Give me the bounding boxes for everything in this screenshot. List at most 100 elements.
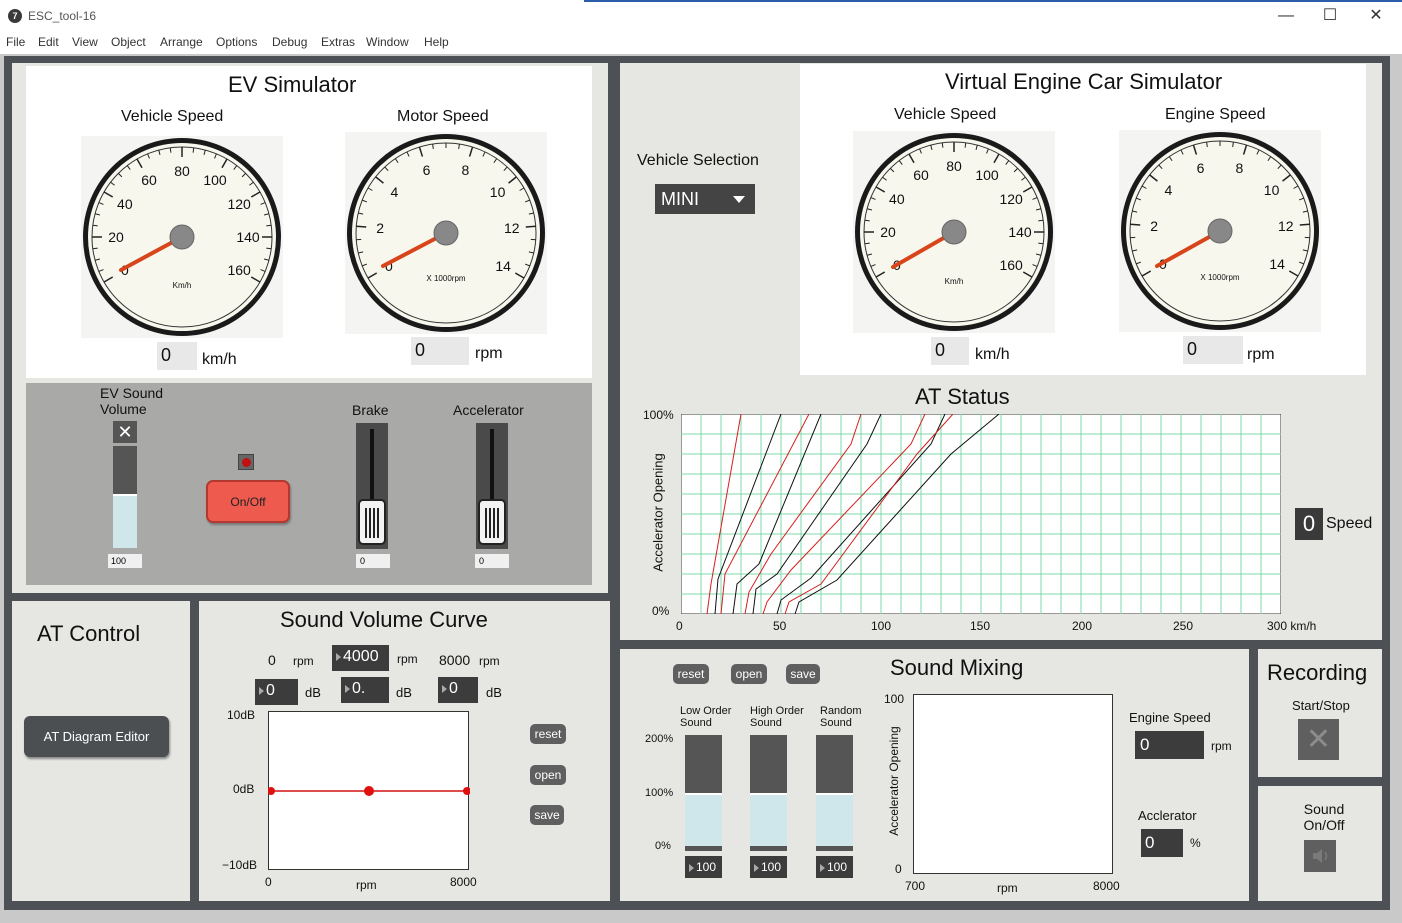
gauge-tick-label: 100 xyxy=(203,172,227,188)
gauge-tick-label: 6 xyxy=(1197,160,1205,176)
curve-x-mid: rpm xyxy=(356,878,377,892)
gauge-tick xyxy=(525,225,536,228)
random-label: Random Sound xyxy=(820,705,862,729)
title-bar: 7 ESC_tool-16 — ☐ ✕ xyxy=(0,0,1402,32)
gauge-tick-label: 160 xyxy=(227,262,251,278)
mixing-open-button[interactable]: open xyxy=(731,664,767,684)
close-button[interactable]: ✕ xyxy=(1356,4,1396,28)
mute-icon[interactable]: ✕ xyxy=(113,421,137,443)
menu-arrange[interactable]: Arrange xyxy=(160,35,203,49)
gauge-tick xyxy=(1038,242,1044,245)
ev-volume-fill xyxy=(113,494,137,548)
gauge-tick-label: 120 xyxy=(999,191,1023,207)
onoff-button[interactable]: On/Off xyxy=(206,480,290,523)
vehicle-select-dropdown[interactable]: MINI xyxy=(655,184,755,214)
vehicle-selection-label: Vehicle Selection xyxy=(637,152,759,169)
brake-value: 0 xyxy=(356,554,390,568)
mix-engine-speed-unit: rpm xyxy=(1211,739,1232,753)
at-x-tick-0: 0 xyxy=(676,619,683,633)
mix-chart-x-right: 8000 xyxy=(1093,879,1120,893)
gauge-tick-label: 10 xyxy=(490,184,506,200)
accelerator-label: Accelerator xyxy=(453,402,524,418)
gauge-tick xyxy=(266,224,272,227)
mix-accel-value: 0 xyxy=(1141,829,1183,857)
power-indicator-icon xyxy=(238,454,254,470)
gauge-tick xyxy=(356,225,367,228)
gauge-tick-label: 4 xyxy=(1165,182,1173,198)
high-order-slider[interactable] xyxy=(750,735,787,851)
at-status-title: AT Status xyxy=(915,384,1010,409)
gauge-tick-label: 140 xyxy=(236,229,260,245)
brake-handle[interactable] xyxy=(358,499,386,545)
accelerator-handle[interactable] xyxy=(478,499,506,545)
gauge-tick-label: 60 xyxy=(141,172,157,188)
curve-reset-button[interactable]: reset xyxy=(530,724,566,744)
db-low-input[interactable]: 0 xyxy=(255,679,298,705)
minimize-button[interactable]: — xyxy=(1266,4,1306,28)
ev-volume-slider[interactable] xyxy=(113,446,137,548)
menu-options[interactable]: Options xyxy=(216,35,257,49)
ev-motor-unit: rpm xyxy=(475,345,503,362)
ev-motor-speed-label: Motor Speed xyxy=(397,108,489,125)
ev-speed-gauge: 020406080100120140160 Km/h xyxy=(81,136,283,338)
brake-slider[interactable] xyxy=(356,423,388,549)
db-high-input[interactable]: 0 xyxy=(438,677,478,703)
curve-open-button[interactable]: open xyxy=(530,765,566,785)
menu-view[interactable]: View xyxy=(72,35,98,49)
menu-help[interactable]: Help xyxy=(424,35,449,49)
mix-accel-label: Acclerator xyxy=(1138,808,1197,823)
db-high-unit: dB xyxy=(486,685,502,700)
speaker-icon[interactable] xyxy=(1304,840,1336,872)
mix-chart-y-bottom: 0 xyxy=(895,862,902,876)
ev-motor-value: 0 xyxy=(411,337,469,365)
gauge-tick-label: 14 xyxy=(495,258,511,274)
at-x-tick-150: 150 xyxy=(970,619,991,633)
gear-speed-label: Speed xyxy=(1326,515,1373,532)
rpm-mid-input[interactable]: 4000 xyxy=(332,645,389,671)
triangle-icon xyxy=(754,863,759,872)
gauge-tick xyxy=(266,247,272,250)
random-slider[interactable] xyxy=(816,735,853,851)
sound-curve-chart[interactable] xyxy=(268,711,470,871)
curve-save-button[interactable]: save xyxy=(530,805,564,825)
menu-object[interactable]: Object xyxy=(111,35,146,49)
mixing-save-button[interactable]: save xyxy=(786,664,820,684)
menu-debug[interactable]: Debug xyxy=(272,35,307,49)
record-toggle-icon[interactable]: ✕ xyxy=(1298,719,1339,760)
triangle-icon xyxy=(689,863,694,872)
gauge-tick-label: 12 xyxy=(1278,218,1294,234)
low-order-value-box[interactable]: 100 xyxy=(685,856,722,878)
gauge-tick xyxy=(864,219,870,222)
menu-extras[interactable]: Extras xyxy=(321,35,355,49)
curve-y-top: 10dB xyxy=(227,708,256,722)
high-order-value-box[interactable]: 100 xyxy=(750,856,787,878)
mixing-reset-button[interactable]: reset xyxy=(673,664,709,684)
gauge-tick-label: 6 xyxy=(423,162,431,178)
gauge-tick xyxy=(864,242,870,245)
menu-edit[interactable]: Edit xyxy=(38,35,59,49)
sound-mixing-title: Sound Mixing xyxy=(890,655,1024,680)
random-value-box[interactable]: 100 xyxy=(816,856,853,878)
accelerator-slider[interactable] xyxy=(476,423,508,549)
at-x-tick-250: 250 xyxy=(1173,619,1194,633)
gauge-unit: Km/h xyxy=(945,277,964,286)
db-mid-input[interactable]: 0. xyxy=(341,677,389,703)
mixing-chart xyxy=(913,694,1113,874)
triangle-icon xyxy=(820,863,825,872)
window-title: ESC_tool-16 xyxy=(28,9,97,23)
triangle-icon xyxy=(336,652,341,661)
at-x-tick-50: 50 xyxy=(773,619,787,633)
gauge-tick xyxy=(1038,219,1044,222)
menu-file[interactable]: File xyxy=(6,35,25,49)
at-diagram-editor-button[interactable]: AT Diagram Editor xyxy=(24,716,169,757)
curve-point-mid[interactable] xyxy=(364,786,374,796)
low-order-value: 100 xyxy=(696,860,717,874)
accelerator-value: 0 xyxy=(475,554,509,568)
maximize-button[interactable]: ☐ xyxy=(1310,4,1350,28)
mix-chart-y-top: 100 xyxy=(884,692,905,706)
vec-engine-value: 0 xyxy=(1183,336,1243,364)
menu-window[interactable]: Window xyxy=(366,35,409,49)
curve-x-right: 8000 xyxy=(450,875,477,889)
gauge-tick-label: 8 xyxy=(1236,160,1244,176)
low-order-slider[interactable] xyxy=(685,735,722,851)
